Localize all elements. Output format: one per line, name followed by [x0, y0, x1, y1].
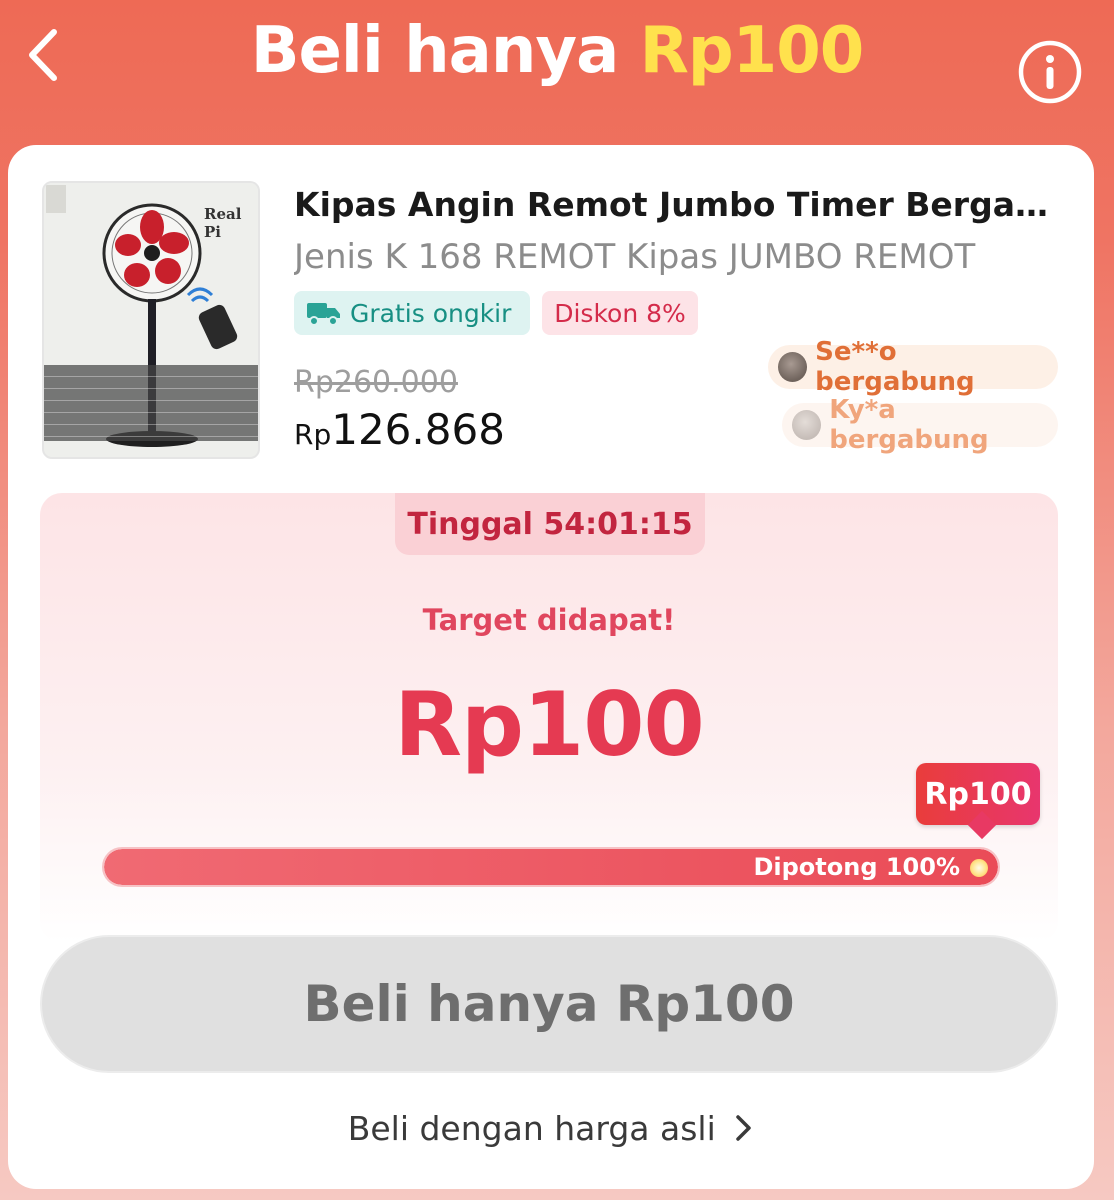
- progress-label: Dipotong 100%: [753, 853, 960, 881]
- page-title: Beli hanya Rp100: [0, 14, 1114, 88]
- current-price: Rp126.868: [294, 405, 505, 454]
- discount-badge: Diskon 8%: [542, 291, 698, 335]
- deal-price: Rp100: [394, 673, 704, 776]
- title-prefix: Beli hanya: [250, 14, 640, 88]
- chevron-right-icon: [736, 1115, 752, 1141]
- participant-chip: Ky*a bergabung: [782, 395, 1058, 455]
- participant-label: Ky*a bergabung: [829, 395, 989, 455]
- spec-table-overlay: [44, 365, 258, 441]
- image-watermark: Real Pi: [204, 205, 242, 241]
- product-image[interactable]: Real Pi: [42, 181, 260, 459]
- buy-original-label: Beli dengan harga asli: [347, 1109, 716, 1148]
- deal-card: Real Pi Kipas Angin Remot Jumbo Timer Be…: [8, 145, 1094, 1189]
- free-shipping-label: Gratis ongkir: [350, 298, 512, 328]
- price-amount: 126.868: [331, 405, 505, 454]
- free-shipping-badge: Gratis ongkir: [294, 291, 530, 335]
- price-currency: Rp: [294, 418, 332, 451]
- avatar: [792, 410, 822, 440]
- product-title[interactable]: Kipas Angin Remot Jumbo Timer Bergaransi: [294, 185, 1054, 224]
- info-button[interactable]: [1018, 40, 1082, 104]
- title-price: Rp100: [639, 14, 865, 88]
- progress-bar: Dipotong 100%: [102, 847, 1000, 887]
- buy-deal-button[interactable]: Beli hanya Rp100: [40, 935, 1058, 1073]
- original-price: Rp260.000: [294, 365, 458, 400]
- truck-icon: [307, 303, 340, 326]
- header-bar: Beli hanya Rp100: [0, 0, 1114, 140]
- product-subtitle: Jenis K 168 REMOT Kipas JUMBO REMOT: [294, 237, 976, 277]
- info-icon: [1018, 40, 1082, 104]
- participant-label: Se**o bergabung: [815, 337, 975, 397]
- target-status: Target didapat!: [422, 603, 676, 637]
- buy-original-price-link[interactable]: Beli dengan harga asli: [8, 1109, 1094, 1148]
- avatar: [778, 352, 808, 382]
- countdown-timer: Tinggal 54:01:15: [395, 493, 705, 555]
- deal-progress-panel: Tinggal 54:01:15 Target didapat! Rp100 R…: [40, 493, 1058, 943]
- progress-glow-dot: [970, 859, 988, 877]
- participant-chip: Se**o bergabung: [768, 337, 1058, 397]
